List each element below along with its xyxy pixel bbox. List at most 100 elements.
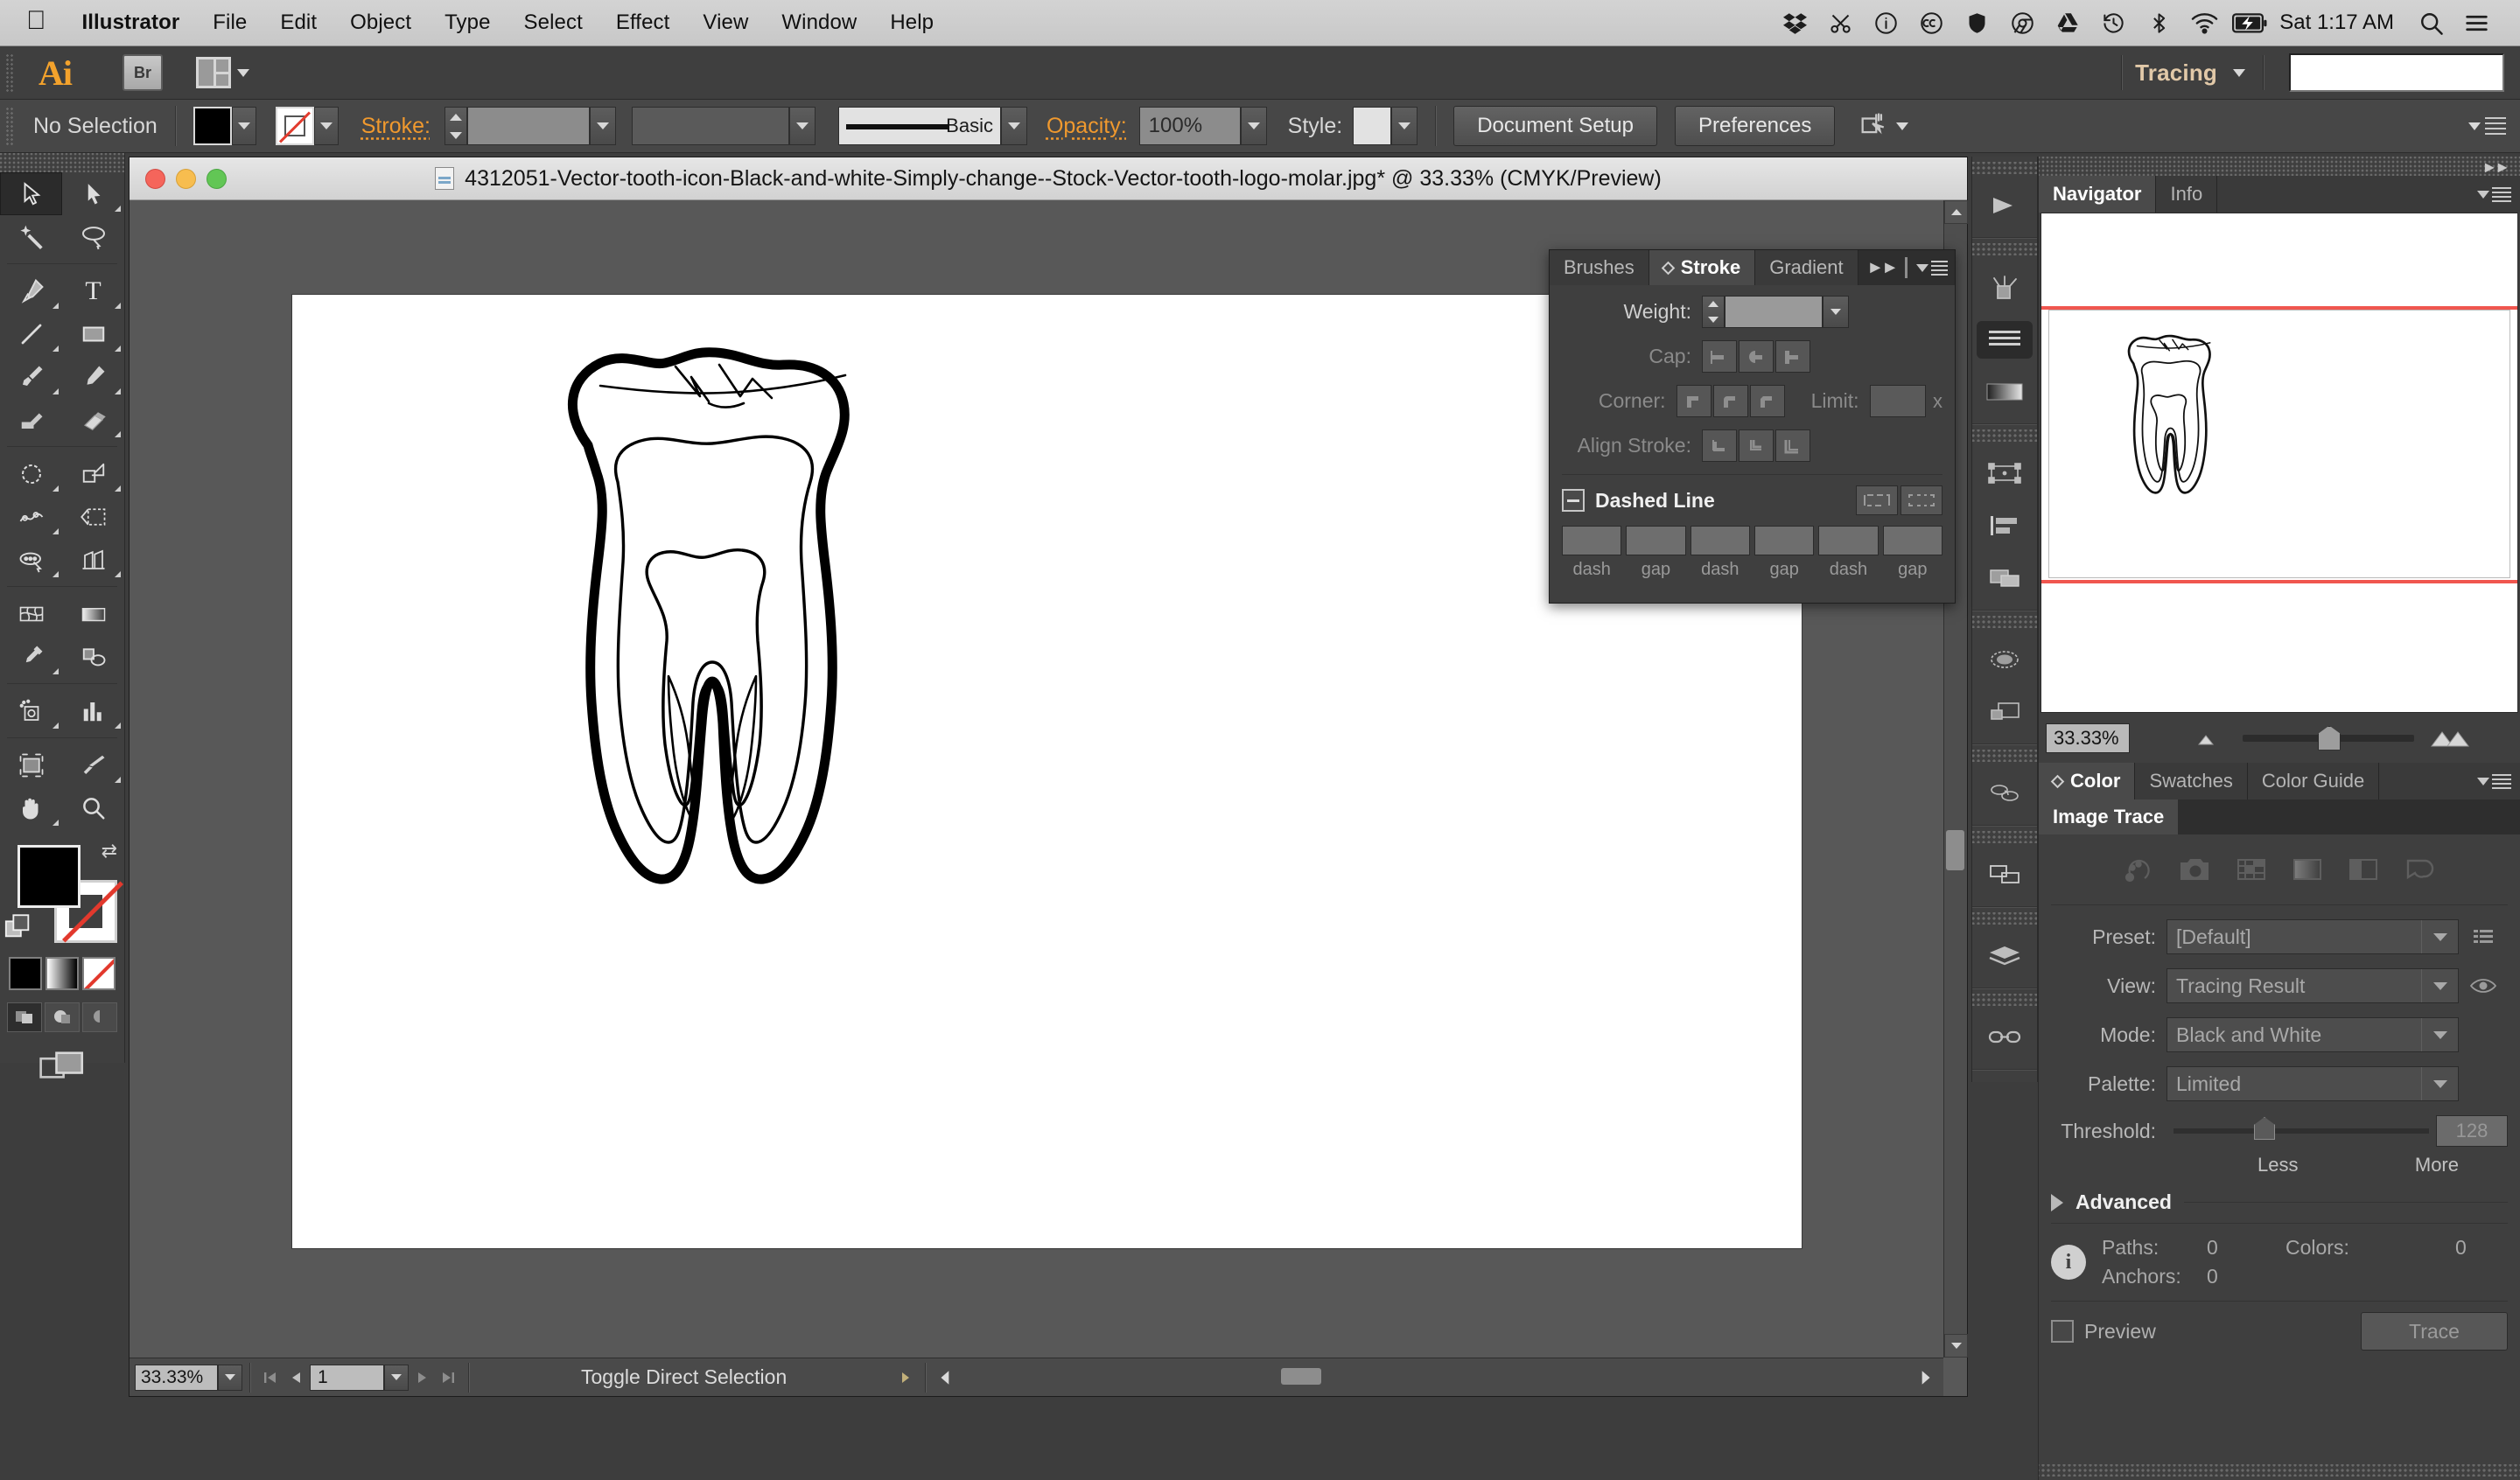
brushes-dock-button[interactable]	[1972, 261, 2037, 313]
blend-tool[interactable]	[62, 635, 124, 678]
stroke-profile-control[interactable]	[631, 107, 816, 145]
workspace-chevron-down-icon[interactable]	[2233, 68, 2245, 77]
drive-icon[interactable]	[2045, 11, 2090, 35]
tool-hint-label[interactable]: Toggle Direct Selection	[581, 1365, 787, 1389]
draw-normal-button[interactable]	[7, 1002, 42, 1032]
navigator-thumbnail[interactable]	[2040, 213, 2518, 713]
view-select[interactable]: Tracing Result	[2166, 968, 2459, 1003]
width-tool[interactable]	[0, 495, 62, 538]
lasso-tool[interactable]	[62, 215, 124, 258]
stroke-profile-field[interactable]	[631, 107, 789, 145]
stroke-weight-field[interactable]	[466, 107, 590, 145]
dash-field-1[interactable]	[1562, 526, 1622, 555]
palette-select[interactable]: Limited	[2166, 1066, 2459, 1101]
gradient-mode-button[interactable]	[46, 957, 79, 990]
brush-definition-field[interactable]: Basic	[837, 107, 1001, 145]
dock-grip[interactable]	[1972, 750, 2037, 762]
search-icon[interactable]	[2408, 10, 2454, 36]
zoom-tool[interactable]	[62, 786, 124, 829]
graphic-styles-dock-button[interactable]	[1972, 686, 2037, 738]
color-swatch-mode-button[interactable]	[9, 957, 42, 990]
graphic-style-dropdown[interactable]	[1391, 107, 1418, 145]
wifi-icon[interactable]	[2181, 11, 2227, 35]
pen-tool[interactable]	[0, 269, 62, 312]
info-icon[interactable]: i	[2051, 1245, 2086, 1280]
horizontal-scroll-thumb[interactable]	[1281, 1368, 1321, 1385]
menu-bar-clock[interactable]: Sat 1:17 AM	[2272, 10, 2408, 35]
weight-field[interactable]	[1725, 296, 1823, 328]
bluetooth-icon[interactable]	[2136, 11, 2181, 35]
default-fill-stroke-icon[interactable]	[4, 911, 33, 946]
tab-swatches[interactable]: Swatches	[2135, 763, 2248, 799]
menu-type[interactable]: Type	[428, 10, 507, 35]
tab-stroke[interactable]: Stroke	[1648, 250, 1756, 285]
fill-color-box[interactable]	[18, 845, 80, 908]
tab-color[interactable]: Color	[2039, 763, 2136, 799]
dock-grip[interactable]	[1972, 616, 2037, 628]
gap-field-2[interactable]	[1754, 526, 1815, 555]
right-panel-bottom-grip[interactable]	[2039, 1464, 2520, 1477]
time-machine-icon[interactable]	[2090, 11, 2136, 35]
graphic-style-swatch[interactable]	[1353, 107, 1392, 145]
symbol-sprayer-tool[interactable]	[0, 689, 62, 732]
draw-behind-button[interactable]	[45, 1002, 80, 1032]
info-circle-icon[interactable]	[1863, 11, 1908, 35]
hand-tool[interactable]	[0, 786, 62, 829]
limit-field[interactable]	[1869, 385, 1926, 417]
direct-selection-tool[interactable]	[62, 172, 124, 215]
first-page-icon[interactable]	[257, 1365, 284, 1391]
bevel-join-button[interactable]	[1749, 385, 1785, 417]
rotate-tool[interactable]	[0, 452, 62, 495]
transform-chevron-down-icon[interactable]	[1896, 122, 1909, 130]
weight-dropdown[interactable]	[1823, 296, 1849, 328]
column-graph-tool[interactable]	[62, 689, 124, 732]
dash-field-3[interactable]	[1818, 526, 1879, 555]
tab-navigator[interactable]: Navigator	[2039, 176, 2157, 213]
dashed-line-checkbox[interactable]	[1562, 489, 1585, 512]
large-mountains-icon[interactable]	[2430, 727, 2474, 750]
opacity-field[interactable]: 100%	[1138, 107, 1241, 145]
eraser-tool[interactable]	[62, 398, 124, 441]
magic-wand-tool[interactable]	[0, 215, 62, 258]
cc-circle-icon[interactable]	[1908, 11, 1954, 35]
menu-select[interactable]: Select	[508, 10, 599, 35]
scroll-right-button[interactable]	[1912, 1365, 1938, 1391]
view-preview-toggle[interactable]	[2459, 976, 2508, 995]
menu-edit[interactable]: Edit	[263, 10, 333, 35]
chrome-icon[interactable]	[1999, 11, 2045, 35]
transform-dock-button[interactable]	[1972, 447, 2037, 499]
menu-window[interactable]: Window	[765, 10, 873, 35]
workspace-switcher[interactable]: Tracing	[2135, 59, 2217, 87]
rectangle-tool[interactable]	[62, 312, 124, 355]
align-dashes-to-corners-button[interactable]	[1900, 485, 1942, 515]
symbols-dock-button[interactable]	[1972, 767, 2037, 820]
menu-effect[interactable]: Effect	[599, 10, 687, 35]
zoom-level-field[interactable]: 33.33%	[135, 1364, 218, 1391]
battery-charging-icon[interactable]	[2227, 11, 2272, 35]
app-bar-grip[interactable]	[5, 53, 14, 92]
notification-center-icon[interactable]	[2454, 10, 2499, 36]
projecting-cap-button[interactable]	[1775, 340, 1810, 373]
dash-field-2[interactable]	[1690, 526, 1750, 555]
preset-menu-button[interactable]	[2459, 926, 2508, 947]
align-outside-button[interactable]	[1775, 429, 1810, 462]
document-title-bar[interactable]: 4312051-Vector-tooth-icon-Black-and-whit…	[130, 157, 1967, 200]
opacity-label[interactable]: Opacity:	[1046, 114, 1127, 139]
panel-menu-icon[interactable]	[1916, 260, 1948, 276]
apple-icon[interactable]: 	[0, 8, 66, 34]
dock-grip[interactable]	[1972, 429, 2037, 442]
status-expand-icon[interactable]	[892, 1365, 918, 1391]
menu-view[interactable]: View	[686, 10, 765, 35]
scroll-left-button[interactable]	[933, 1365, 959, 1391]
mesh-tool[interactable]	[0, 592, 62, 635]
fill-swatch[interactable]	[192, 107, 232, 145]
align-center-button[interactable]	[1702, 429, 1737, 462]
pencil-tool[interactable]	[62, 355, 124, 398]
scroll-down-button[interactable]	[1944, 1334, 1968, 1358]
color-panel-menu-icon[interactable]	[2468, 763, 2520, 799]
black-and-white-icon[interactable]	[2345, 855, 2382, 884]
eyedropper-tool[interactable]	[0, 635, 62, 678]
slice-tool[interactable]	[62, 743, 124, 786]
fill-control[interactable]	[192, 107, 256, 145]
paintbrush-tool[interactable]	[0, 355, 62, 398]
